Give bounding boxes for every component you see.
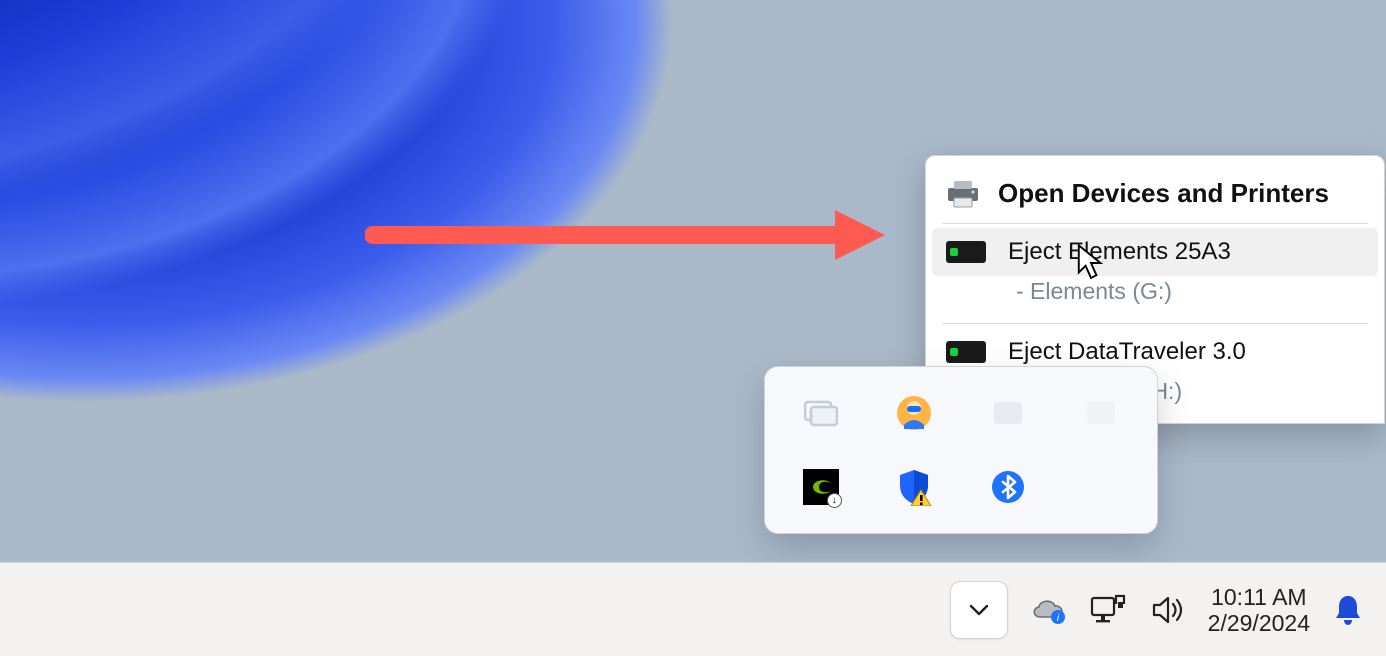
mouse-cursor-icon bbox=[1076, 244, 1106, 282]
app-placeholder-icon bbox=[1084, 399, 1118, 427]
show-hidden-icons-button[interactable] bbox=[950, 581, 1008, 639]
nvidia-icon: ↓ bbox=[803, 469, 839, 505]
eject-device-volume-1[interactable]: - Elements (G:) bbox=[932, 276, 1378, 319]
tray-avatar-app-button[interactable] bbox=[879, 385, 951, 441]
eject-device-label: Eject Elements 25A3 bbox=[1008, 238, 1231, 266]
printer-icon bbox=[946, 179, 980, 209]
separator bbox=[942, 223, 1368, 224]
tray-network-button[interactable] bbox=[1084, 586, 1132, 634]
avatar-app-icon bbox=[896, 395, 932, 431]
open-devices-and-printers-item[interactable]: Open Devices and Printers bbox=[932, 168, 1378, 219]
taskbar-time: 10:11 AM bbox=[1211, 584, 1306, 610]
taskbar-date: 2/29/2024 bbox=[1208, 610, 1310, 636]
tray-bluetooth-button[interactable] bbox=[972, 459, 1044, 515]
taskbar-clock[interactable]: 10:11 AM 2/29/2024 bbox=[1198, 584, 1320, 636]
taskbar: i 10:11 AM 2/29/2024 bbox=[0, 562, 1386, 656]
tray-nvidia-button[interactable]: ↓ bbox=[785, 459, 857, 515]
annotation-arrow-icon bbox=[365, 200, 895, 270]
tray-volume-button[interactable] bbox=[1144, 586, 1192, 634]
system-tray-overflow-flyout: ↓ bbox=[764, 366, 1158, 534]
eject-device-item-1[interactable]: Eject Elements 25A3 bbox=[932, 228, 1378, 276]
tray-onedrive-button[interactable]: i bbox=[1024, 586, 1072, 634]
drive-icon bbox=[946, 241, 986, 263]
drive-icon bbox=[946, 341, 986, 363]
task-view-icon bbox=[804, 399, 838, 427]
eject-device-label: Eject DataTraveler 3.0 bbox=[1008, 338, 1246, 366]
tray-hidden-app-b-button[interactable] bbox=[1066, 385, 1138, 441]
tray-hidden-app-a-button[interactable] bbox=[972, 385, 1044, 441]
cloud-sync-icon: i bbox=[1028, 595, 1068, 625]
separator bbox=[942, 323, 1368, 324]
bell-icon bbox=[1332, 593, 1364, 627]
bluetooth-icon bbox=[991, 470, 1025, 504]
chevron-down-icon bbox=[966, 597, 992, 623]
ethernet-icon bbox=[1089, 594, 1127, 626]
menu-header-label: Open Devices and Printers bbox=[998, 178, 1329, 209]
speaker-icon bbox=[1150, 594, 1186, 626]
notifications-button[interactable] bbox=[1324, 586, 1372, 634]
app-placeholder-icon bbox=[991, 399, 1025, 427]
tray-defender-button[interactable] bbox=[879, 459, 951, 515]
tray-task-view-button[interactable] bbox=[785, 385, 857, 441]
defender-warning-icon bbox=[896, 468, 932, 506]
